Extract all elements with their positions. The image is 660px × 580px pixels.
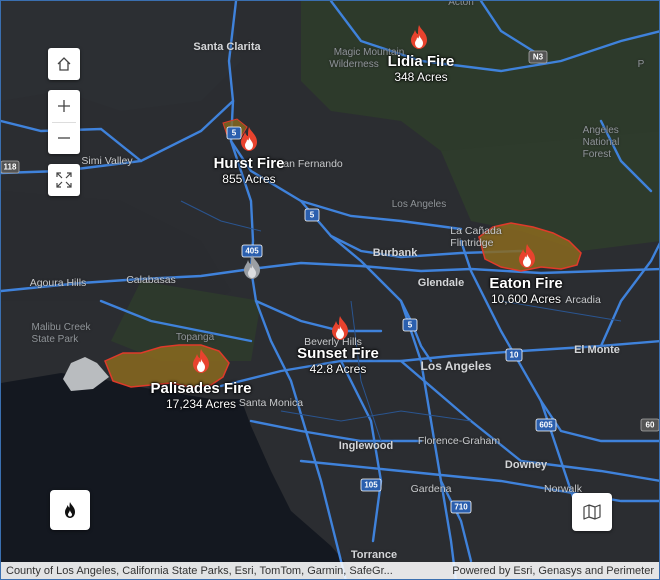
zoom-out-button[interactable]	[48, 122, 80, 154]
place-label: Glendale	[417, 277, 465, 289]
place-label: Inglewood	[338, 440, 394, 452]
fire-name: Eaton Fire	[489, 275, 563, 292]
place-label: Torrance	[350, 549, 398, 561]
place-label: Topanga	[175, 332, 215, 343]
zoom-in-button[interactable]	[48, 90, 80, 122]
place-label: Los Angeles	[391, 199, 447, 210]
basemap-button[interactable]	[572, 493, 612, 531]
place-label: Agoura Hills	[29, 277, 87, 289]
place-label: Angeles National Forest	[582, 125, 620, 160]
fire-acres: 348 Acres	[394, 70, 448, 84]
place-label: Calabasas	[126, 274, 176, 286]
attribution-powered-by[interactable]: Powered by Esri, Genasys and Perimeter	[452, 565, 654, 577]
place-label: Malibu Creek State Park	[31, 322, 91, 345]
place-label: El Monte	[574, 344, 620, 356]
place-label: La Cañada Flintridge	[450, 225, 502, 249]
fire-name: Hurst Fire	[213, 155, 285, 172]
attribution-bar: County of Los Angeles, California State …	[1, 562, 659, 579]
place-label: P	[637, 59, 645, 70]
route-shield: N3	[532, 52, 544, 62]
place-label: Simi Valley	[81, 155, 133, 167]
interstate-shield: 10	[509, 350, 519, 360]
fire-label[interactable]: Eaton Fire 10,600 Acres	[489, 275, 562, 307]
contained-flame-icon[interactable]	[240, 254, 264, 280]
interstate-shield: 710	[454, 502, 468, 512]
interstate-shield: 5	[407, 320, 413, 330]
plus-icon	[58, 100, 70, 112]
flame-icon[interactable]	[407, 24, 431, 50]
fire-acres: 855 Acres	[222, 172, 276, 186]
fire-label[interactable]: Hurst Fire 855 Acres	[214, 155, 285, 187]
home-icon	[57, 57, 71, 71]
place-label: Los Angeles	[420, 359, 492, 373]
fire-name: Sunset Fire	[297, 345, 379, 362]
flame-icon[interactable]	[515, 243, 539, 269]
interstate-shield: 5	[231, 128, 237, 138]
flame-icon[interactable]	[189, 348, 213, 374]
flame-icon	[65, 502, 75, 518]
flame-icon[interactable]	[328, 315, 352, 341]
expand-icon	[56, 172, 72, 188]
fire-layer-button[interactable]	[50, 490, 90, 530]
place-label: Santa Clarita	[193, 41, 261, 53]
place-label: Gardena	[410, 483, 452, 495]
place-label: Acton	[448, 0, 474, 8]
place-label: an Fernando	[283, 158, 343, 170]
fullscreen-button[interactable]	[48, 164, 80, 196]
fire-label[interactable]: Palisades Fire 17,234 Acres	[151, 380, 252, 412]
map-icon	[583, 504, 601, 520]
home-button[interactable]	[48, 48, 80, 80]
interstate-shield: 5	[309, 210, 315, 220]
place-label: Wilderness	[329, 59, 379, 70]
minus-icon	[58, 137, 70, 139]
place-label: Florence-Graham	[417, 435, 501, 447]
place-label: Downey	[504, 459, 548, 471]
route-shield: 118	[3, 162, 17, 172]
route-shield: 60	[645, 420, 655, 430]
fire-name: Lidia Fire	[387, 53, 455, 70]
zoom-control	[48, 90, 80, 154]
fire-name: Palisades Fire	[150, 380, 252, 397]
fire-acres: 17,234 Acres	[165, 397, 237, 411]
map-view[interactable]: 5 5 5 405 10 605 105 710 118 N3 60 Santa…	[0, 0, 660, 580]
place-label: Burbank	[372, 247, 418, 259]
interstate-shield: 605	[539, 420, 553, 430]
fire-label[interactable]: Sunset Fire 42.8 Acres	[297, 345, 379, 377]
fire-label[interactable]: Lidia Fire 348 Acres	[388, 53, 455, 85]
fire-acres: 42.8 Acres	[309, 362, 367, 376]
place-label: Arcadia	[565, 294, 601, 306]
flame-icon[interactable]	[237, 126, 261, 152]
interstate-shield: 105	[364, 480, 378, 490]
fire-acres: 10,600 Acres	[490, 292, 562, 306]
attribution-sources[interactable]: County of Los Angeles, California State …	[6, 565, 393, 577]
